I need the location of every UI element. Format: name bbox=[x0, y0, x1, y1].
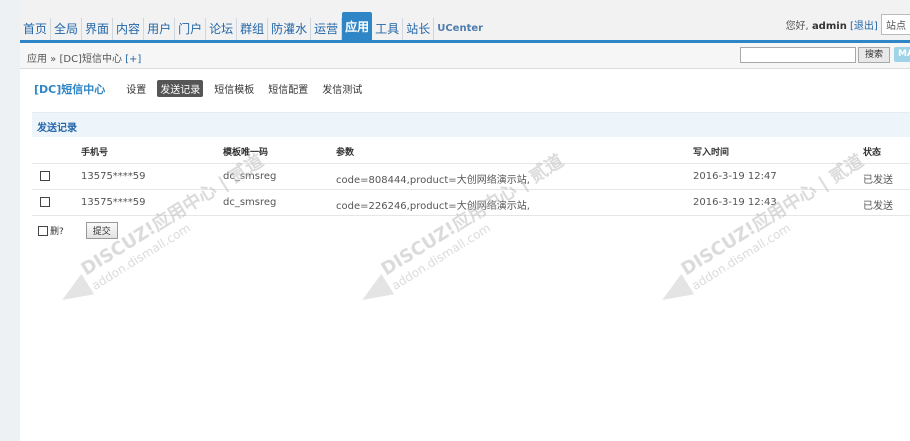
nav-item-home[interactable]: 首页 bbox=[20, 18, 52, 40]
logout-link[interactable]: [退出] bbox=[850, 21, 878, 32]
user-bar: 您好, admin [退出] 站点 bbox=[786, 14, 910, 35]
row-status: 已发送 bbox=[863, 175, 893, 186]
row-time: 2016-3-19 12:47 bbox=[693, 171, 777, 182]
column-header-template: 模板唯一码 bbox=[223, 148, 269, 158]
row-params: code=226246,product=大创网络演示站, bbox=[336, 201, 530, 212]
map-button[interactable]: MA bbox=[894, 47, 910, 62]
delete-label: 删? bbox=[50, 227, 64, 237]
nav-item-content[interactable]: 内容 bbox=[113, 18, 145, 40]
breadcrumb-text: 应用 » [DC]短信中心 bbox=[27, 54, 122, 65]
nav-item-groups[interactable]: 群组 bbox=[237, 18, 269, 40]
tab-send-log[interactable]: 发送记录 bbox=[157, 80, 204, 97]
nav-item-antispam[interactable]: 防灌水 bbox=[268, 18, 312, 40]
row-phone: 13575****59 bbox=[81, 197, 146, 208]
tab-settings[interactable]: 设置 bbox=[123, 80, 149, 97]
watermark-arrow-icon bbox=[655, 273, 695, 311]
breadcrumb: 应用 » [DC]短信中心 [+] bbox=[27, 50, 141, 65]
tab-send-test[interactable]: 发信测试 bbox=[319, 80, 365, 97]
row-checkbox[interactable] bbox=[40, 171, 50, 181]
left-strip bbox=[0, 0, 20, 441]
row-params: code=808444,product=大创网络演示站, bbox=[336, 175, 530, 186]
row-time: 2016-3-19 12:43 bbox=[693, 197, 777, 208]
watermark-arrow-icon bbox=[55, 273, 95, 311]
column-header-time: 写入时间 bbox=[693, 148, 730, 158]
site-link[interactable]: 站点 bbox=[881, 14, 910, 35]
watermark-arrow-icon bbox=[355, 273, 395, 311]
nav-item-tools[interactable]: 工具 bbox=[372, 18, 404, 40]
table-row: 13575****59 dc_smsreg code=808444,produc… bbox=[32, 163, 910, 190]
username: admin bbox=[811, 21, 847, 32]
plugin-title: [DC]短信中心 bbox=[34, 82, 106, 96]
table-row: 13575****59 dc_smsreg code=226246,produc… bbox=[32, 189, 910, 216]
nav-item-portal[interactable]: 门户 bbox=[175, 18, 207, 40]
greeting: 您好, bbox=[785, 21, 809, 32]
table-footer: 删? 提交 bbox=[38, 222, 118, 239]
row-status: 已发送 bbox=[863, 201, 893, 212]
row-template: dc_smsreg bbox=[223, 171, 277, 182]
nav-item-ucenter[interactable]: UCenter bbox=[434, 18, 486, 40]
row-template: dc_smsreg bbox=[223, 197, 277, 208]
nav-item-webmaster[interactable]: 站长 bbox=[403, 18, 435, 40]
nav-item-apps[interactable]: 应用 bbox=[342, 12, 373, 40]
section-title: 发送记录 bbox=[37, 123, 77, 134]
submit-button[interactable]: 提交 bbox=[85, 222, 118, 239]
nav-item-forum[interactable]: 论坛 bbox=[206, 18, 238, 40]
nav-item-users[interactable]: 用户 bbox=[144, 18, 176, 40]
nav-item-operations[interactable]: 运营 bbox=[311, 18, 343, 40]
plugin-subnav: [DC]短信中心 设置 发送记录 短信模板 短信配置 发信测试 bbox=[34, 80, 373, 97]
select-all-checkbox[interactable] bbox=[38, 225, 48, 236]
search-input[interactable] bbox=[740, 47, 856, 63]
column-header-status: 状态 bbox=[863, 148, 882, 158]
row-checkbox[interactable] bbox=[40, 197, 50, 207]
table-header: 手机号 模板唯一码 参数 写入时间 状态 bbox=[32, 137, 910, 164]
main-nav: 首页 全局 界面 内容 用户 门户 论坛 群组 防灌水 运营 应用 工具 站长 … bbox=[20, 12, 486, 40]
tab-sms-config[interactable]: 短信配置 bbox=[265, 80, 311, 97]
breadcrumb-bar: 应用 » [DC]短信中心 [+] 搜索 MA bbox=[20, 43, 910, 69]
nav-item-interface[interactable]: 界面 bbox=[82, 18, 114, 40]
tab-sms-templates[interactable]: 短信模板 bbox=[211, 80, 257, 97]
section-header: 发送记录 bbox=[32, 112, 910, 137]
search-button[interactable]: 搜索 bbox=[858, 47, 890, 63]
nav-item-global[interactable]: 全局 bbox=[51, 18, 83, 40]
add-shortcut-link[interactable]: [+] bbox=[125, 54, 141, 65]
column-header-params: 参数 bbox=[336, 148, 355, 158]
row-phone: 13575****59 bbox=[81, 171, 146, 182]
column-header-phone: 手机号 bbox=[81, 148, 109, 158]
